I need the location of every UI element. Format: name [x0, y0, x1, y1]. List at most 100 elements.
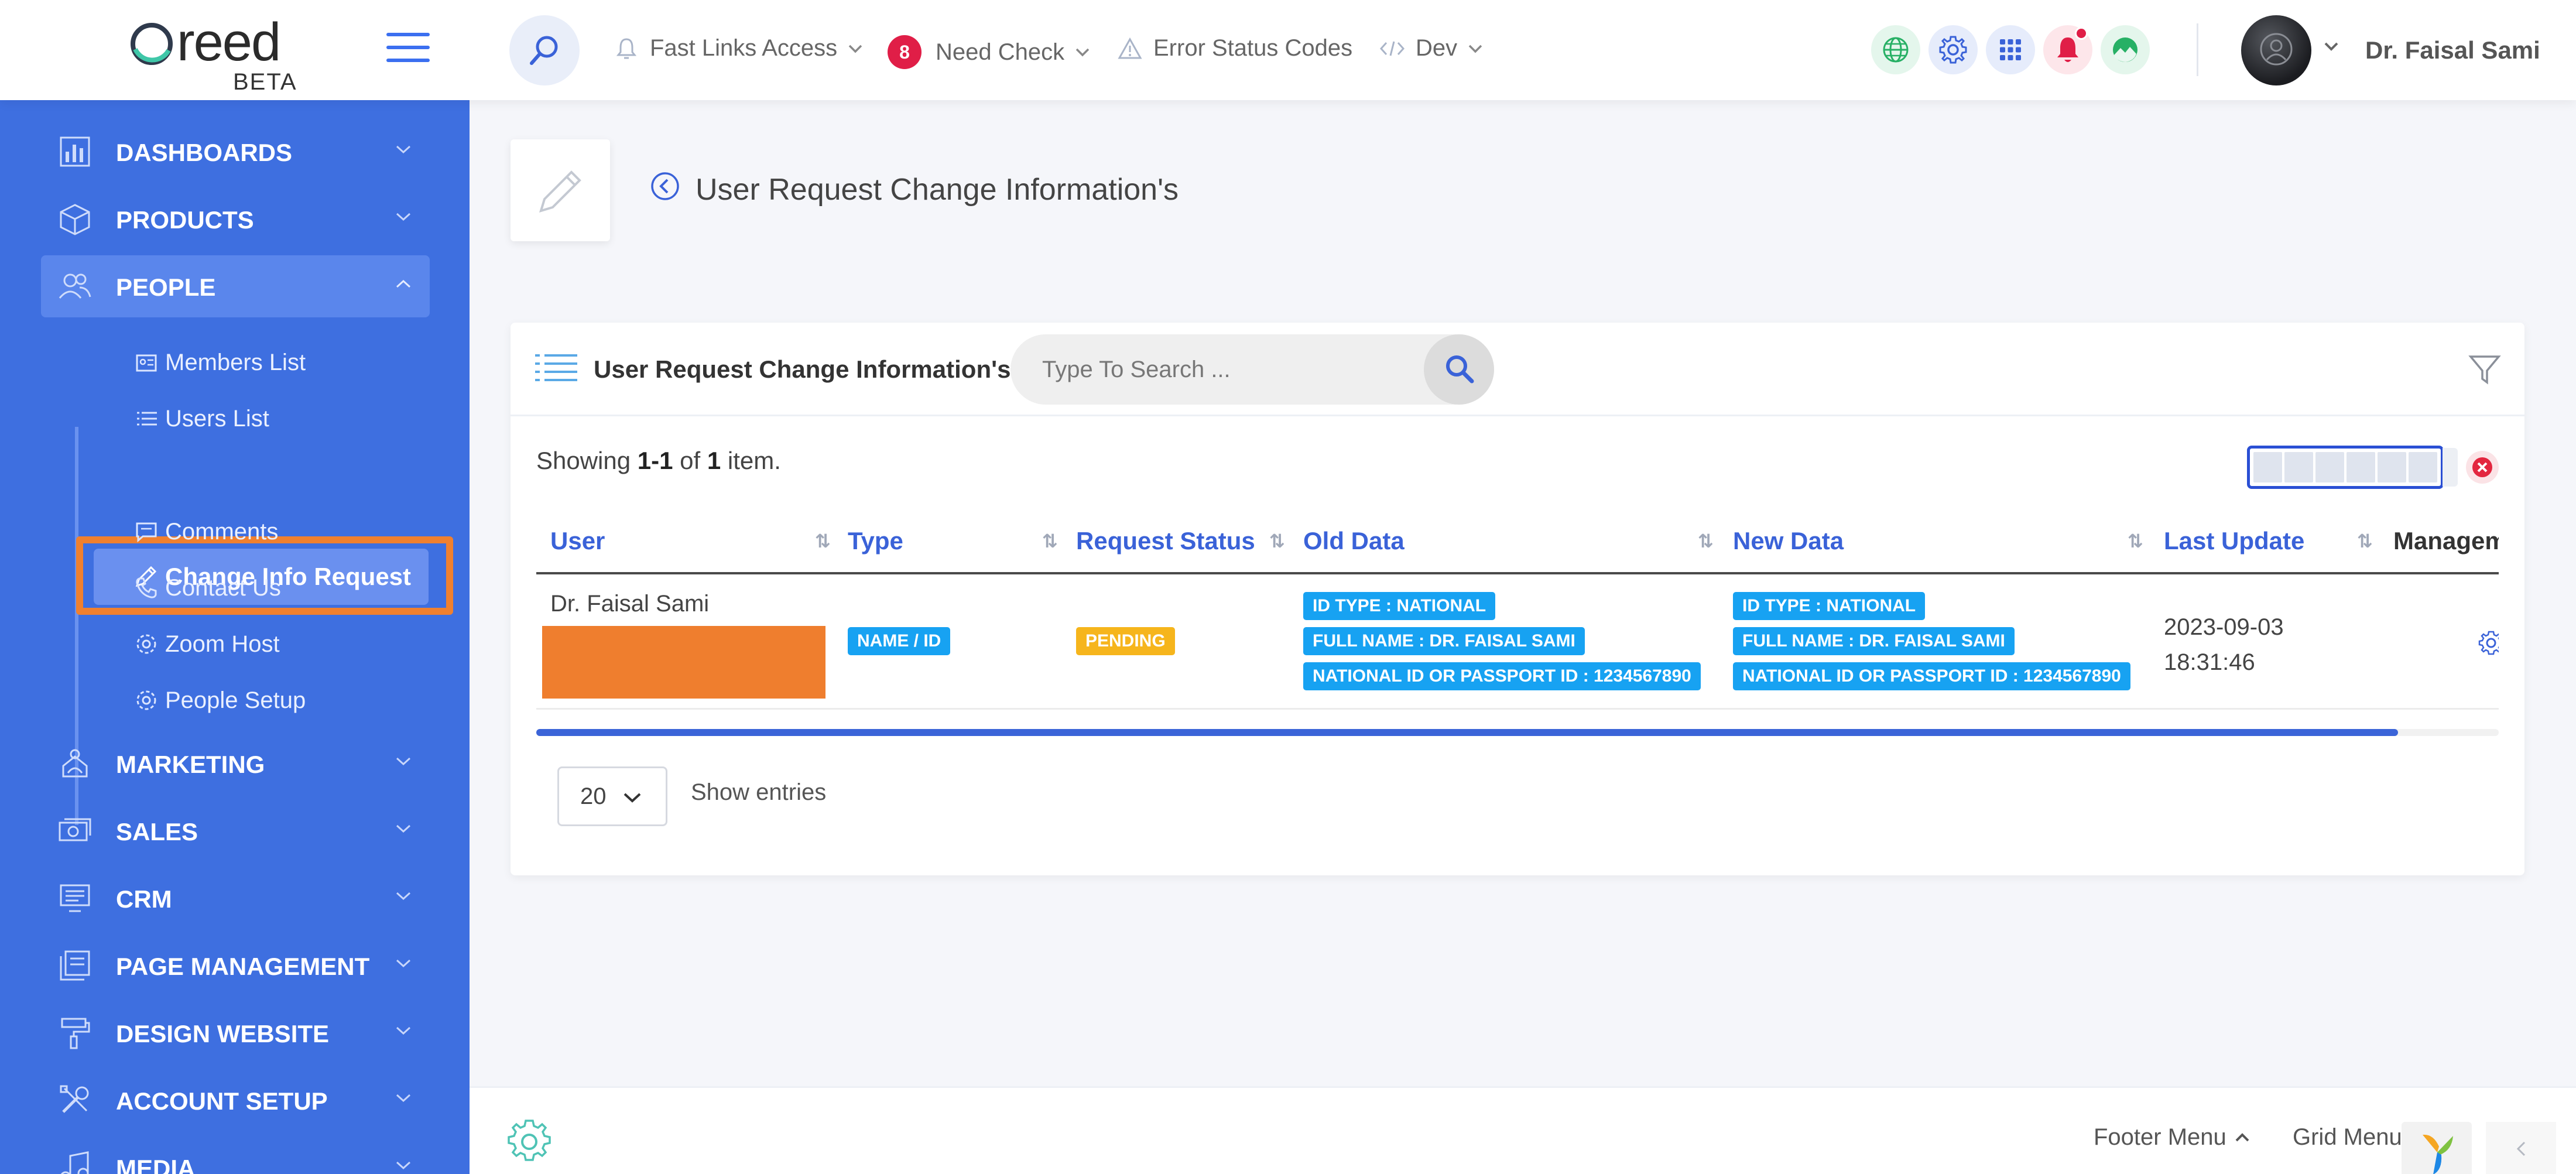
new-data-tag: NATIONAL ID OR PASSPORT ID : 1234567890: [1733, 662, 2130, 690]
sort-icon[interactable]: ⇅: [1042, 510, 1058, 572]
sidebar-subitem-label: Comments: [165, 518, 279, 545]
column-header-label: New Data: [1733, 527, 1844, 555]
summary-suffix: item.: [721, 447, 781, 474]
column-header-last-update[interactable]: Last Update: [2164, 510, 2304, 572]
column-header-type[interactable]: Type: [848, 510, 903, 572]
phone-icon: [136, 577, 157, 598]
settings-button[interactable]: [1928, 25, 1978, 74]
sidebar-item-label: PEOPLE: [116, 273, 216, 301]
notification-dot: [2075, 27, 2088, 40]
sidebar-subitem-contact-us[interactable]: Contact Us: [133, 567, 281, 608]
sidebar-item-dashboards[interactable]: DASHBOARDS: [41, 121, 430, 183]
gear-icon[interactable]: [505, 1117, 554, 1166]
landscape-icon: [2113, 37, 2137, 62]
need-check-menu[interactable]: 8 Need Check: [888, 35, 1090, 69]
column-header-management: Management: [2393, 510, 2499, 572]
sidebar-item-account-setup[interactable]: ACCOUNT SETUP: [41, 1069, 430, 1131]
cell-last-update: 2023-09-03 18:31:46: [2164, 610, 2284, 680]
language-button[interactable]: [1871, 25, 1920, 74]
last-update-date: 2023-09-03: [2164, 614, 2284, 640]
header-divider: [2197, 23, 2198, 76]
brand-logo[interactable]: reed BETA: [128, 12, 309, 95]
filter-icon[interactable]: [2468, 353, 2501, 386]
sidebar-subitem-people-setup[interactable]: People Setup: [133, 680, 306, 721]
apps-button[interactable]: [1986, 25, 2035, 74]
user-name[interactable]: Dr. Faisal Sami: [2365, 36, 2540, 64]
page-size-value: 20: [580, 783, 607, 809]
tools-icon: [60, 1085, 89, 1113]
page-size-select[interactable]: 20: [557, 766, 667, 826]
clear-filter-button[interactable]: [2466, 451, 2499, 484]
sort-icon[interactable]: ⇅: [1269, 510, 1285, 572]
sidebar-subitem-users-list[interactable]: Users List: [133, 398, 269, 439]
sort-icon[interactable]: ⇅: [815, 510, 831, 572]
debug-toggle[interactable]: [2486, 1122, 2556, 1174]
warning-icon: [1118, 37, 1142, 59]
yii-debug-badge[interactable]: [2402, 1122, 2472, 1174]
back-arrow-icon[interactable]: [650, 171, 680, 201]
sort-icon[interactable]: ⇅: [2128, 510, 2143, 572]
chevron-down-icon: [396, 1026, 411, 1035]
chevron-down-icon[interactable]: [2323, 41, 2339, 52]
chevron-down-icon: [396, 1094, 411, 1103]
column-header-label: Request Status: [1076, 527, 1255, 555]
footer-menu-label: Footer Menu: [2094, 1124, 2226, 1150]
sidebar-subitem-zoom-host[interactable]: Zoom Host: [133, 624, 280, 665]
footer-menu-toggle[interactable]: Footer Menu: [2094, 1124, 2250, 1151]
sidebar-item-design-website[interactable]: DESIGN WEBSITE: [41, 1002, 430, 1064]
sidebar-item-label: DESIGN WEBSITE: [116, 1020, 330, 1048]
beta-label: BETA: [233, 69, 297, 95]
search-icon: [1446, 355, 1474, 384]
status-badge: PENDING: [1076, 627, 1175, 655]
search-input[interactable]: [1042, 350, 1393, 389]
avatar[interactable]: [2241, 15, 2311, 85]
error-codes-link[interactable]: Error Status Codes: [1117, 35, 1352, 61]
search-button[interactable]: [1424, 334, 1494, 405]
gear-icon: [136, 690, 156, 710]
dev-menu[interactable]: Dev: [1379, 35, 1483, 61]
sidebar-item-page-management[interactable]: PAGE MANAGEMENT: [41, 935, 430, 997]
global-search-button[interactable]: [509, 15, 580, 85]
notifications-button[interactable]: [2043, 25, 2092, 74]
sidebar-subitem-label: Users List: [165, 405, 269, 432]
logo-text: reed: [177, 12, 281, 72]
column-header-label: User: [550, 527, 605, 555]
sidebar-item-marketing[interactable]: MARKETING: [41, 733, 430, 795]
column-toggle[interactable]: [2247, 446, 2444, 489]
menu-toggle-icon[interactable]: [386, 33, 430, 62]
column-header-new-data[interactable]: New Data: [1733, 510, 1844, 572]
redacted-block: [542, 626, 825, 699]
sidebar-item-label: PRODUCTS: [116, 206, 254, 234]
scrollbar-thumb[interactable]: [536, 729, 2398, 736]
column-header-user[interactable]: User: [550, 510, 605, 572]
grid-menu-link[interactable]: Grid Menu: [2293, 1124, 2402, 1151]
user-silhouette-icon: [2260, 33, 2293, 66]
sidebar-item-products[interactable]: PRODUCTS: [41, 188, 430, 250]
sidebar-item-crm[interactable]: CRM: [41, 867, 430, 929]
card-title: User Request Change Information's: [594, 355, 1011, 383]
sidebar-item-label: SALES: [116, 818, 198, 846]
gear-icon[interactable]: [2478, 629, 2499, 656]
type-tag: NAME / ID: [848, 627, 951, 655]
sidebar-item-media[interactable]: MEDIA: [41, 1137, 430, 1174]
monitor-icon: [60, 884, 90, 912]
column-toggle-dropdown[interactable]: [2443, 448, 2458, 487]
show-entries-label: Show entries: [691, 779, 827, 805]
column-header-request-status[interactable]: Request Status: [1076, 510, 1255, 572]
sidebar-item-sales[interactable]: SALES: [41, 800, 430, 862]
sort-icon[interactable]: ⇅: [1698, 510, 1714, 572]
fast-links-menu[interactable]: Fast Links Access: [614, 35, 863, 61]
gear-icon: [136, 634, 156, 654]
sidebar-item-label: MEDIA: [116, 1155, 196, 1174]
sidebar-subitem-comments[interactable]: Comments: [133, 511, 278, 552]
chevron-down-icon: [396, 757, 411, 766]
sidebar-item-people[interactable]: PEOPLE: [41, 255, 430, 317]
column-header-old-data[interactable]: Old Data: [1303, 510, 1405, 572]
chevron-down-icon: [396, 213, 411, 221]
status-button[interactable]: [2101, 25, 2150, 74]
sidebar-subitem-members-list[interactable]: Members List: [133, 342, 306, 383]
old-data-tag: FULL NAME : DR. FAISAL SAMI: [1303, 627, 1585, 655]
dev-label: Dev: [1416, 35, 1458, 61]
sort-icon[interactable]: ⇅: [2357, 510, 2373, 572]
table-search: [1010, 334, 1494, 405]
